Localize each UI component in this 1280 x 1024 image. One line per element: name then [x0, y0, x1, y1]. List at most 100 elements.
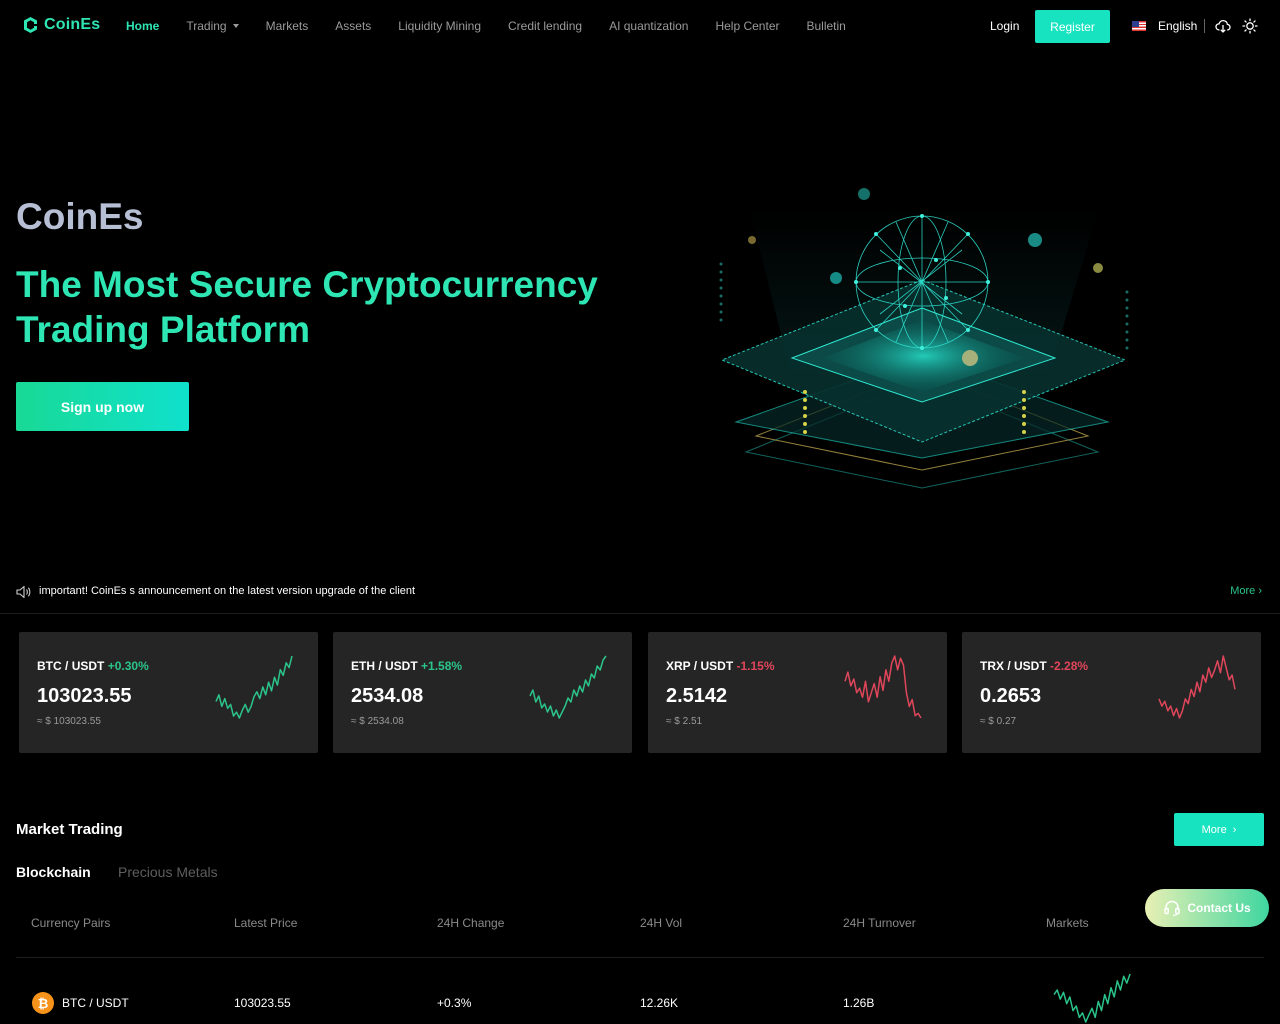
column-header[interactable]: 24H Change — [437, 916, 504, 930]
ticker-usd-value: ≈ $ 103023.55 — [37, 716, 101, 727]
download-cloud-icon[interactable] — [1215, 18, 1231, 34]
sparkline-path — [215, 655, 293, 719]
price-cell: 103023.55 — [234, 996, 291, 1010]
coines-logo-icon — [24, 17, 37, 33]
market-trading-title: Market Trading — [16, 821, 123, 838]
ticker-change: +1.58% — [421, 659, 463, 673]
contact-us-button[interactable]: Contact Us — [1145, 889, 1269, 927]
chevron-right-icon: › — [1258, 585, 1262, 597]
ticker-base: ETH — [351, 659, 375, 673]
column-header[interactable]: 24H Vol — [640, 916, 682, 930]
ticker-price: 0.2653 — [980, 685, 1042, 707]
top-navbar: CoinEs Home Trading Markets Assets Liquidity… — [0, 0, 1280, 52]
ticker-price: 2534.08 — [351, 685, 424, 707]
sparkline-path — [1158, 655, 1236, 719]
ticker-sparkline — [215, 655, 293, 719]
menu-item-help-center[interactable]: Help Center — [715, 19, 779, 33]
headset-icon — [1164, 900, 1181, 916]
row-sparkline — [1053, 973, 1131, 1023]
ticker-price: 103023.55 — [37, 685, 132, 707]
menu-item-markets[interactable]: Markets — [266, 19, 309, 33]
column-header[interactable]: Latest Price — [234, 916, 297, 930]
ticker-base: BTC — [37, 659, 62, 673]
ticker-sparkline — [844, 655, 922, 719]
brand-name: CoinEs — [44, 16, 101, 33]
caret-down-icon — [232, 24, 239, 28]
ticker-sparkline — [1158, 655, 1236, 719]
column-header[interactable]: 24H Turnover — [843, 916, 916, 930]
column-header: Markets — [1046, 916, 1089, 930]
turnover-cell: 1.26B — [843, 996, 875, 1010]
change-cell: +0.3% — [437, 996, 472, 1010]
nav-divider — [1204, 19, 1205, 33]
menu-item-label: Bulletin — [806, 19, 846, 33]
hero-title: The Most Secure Cryptocurrency Trading P… — [16, 264, 598, 350]
menu-item-label: Help Center — [715, 19, 780, 33]
market-more-button[interactable]: More › — [1174, 813, 1264, 846]
bitcoin-icon: ₿ — [32, 992, 54, 1014]
ticker-pair: XRP / USDT -1.15% — [666, 659, 775, 673]
ticker-pair: ETH / USDT +1.58% — [351, 659, 463, 673]
market-more-label: More — [1201, 823, 1227, 836]
tab-blockchain[interactable]: Blockchain — [16, 864, 91, 880]
register-button[interactable]: Register — [1035, 10, 1110, 43]
sparkline-path — [529, 655, 607, 719]
sparkline-path — [1053, 973, 1131, 1023]
menu-item-bulletin[interactable]: Bulletin — [806, 19, 845, 33]
tab-precious-metals[interactable]: Precious Metals — [118, 864, 218, 880]
ticker-change: +0.30% — [107, 659, 149, 673]
ticker-base: XRP — [666, 659, 691, 673]
menu-item-label: Assets — [335, 19, 372, 33]
ticker-quote: USDT — [385, 659, 418, 673]
sparkline-path — [844, 655, 922, 719]
ticker-card-xrp[interactable]: XRP / USDT -1.15% 2.5142 ≈ $ 2.51 — [648, 632, 947, 753]
menu-item-home[interactable]: Home — [126, 19, 159, 33]
ticker-usd-value: ≈ $ 0.27 — [980, 716, 1017, 727]
brand-logo[interactable]: CoinEs — [22, 16, 100, 34]
menu-item-assets[interactable]: Assets — [335, 19, 371, 33]
announcement-more-link[interactable]: More › — [1230, 585, 1262, 597]
volume-cell: 12.26K — [640, 996, 679, 1010]
ticker-quote: USDT — [700, 659, 734, 673]
main-menu: Home Trading Markets Assets Liquidity Mining… — [126, 19, 873, 33]
column-header[interactable]: Currency Pairs — [31, 916, 110, 930]
hero-blockchain-illustration — [719, 188, 1129, 489]
menu-item-label: Liquidity Mining — [398, 19, 482, 33]
signup-button[interactable]: Sign up now — [16, 382, 189, 431]
language-label: English — [1158, 19, 1198, 33]
sun-theme-icon[interactable] — [1242, 18, 1258, 34]
hero-brand: CoinEs — [16, 196, 144, 237]
announcement-bar: important! CoinEs s announcement on the … — [0, 578, 1280, 614]
ticker-base: TRX — [980, 659, 1004, 673]
announcement-more-label: More — [1230, 585, 1256, 597]
contact-us-label: Contact Us — [1187, 901, 1251, 915]
menu-item-label: Markets — [265, 19, 309, 33]
ticker-sparkline — [529, 655, 607, 719]
ticker-card-eth[interactable]: ETH / USDT +1.58% 2534.08 ≈ $ 2534.08 — [333, 632, 632, 753]
ticker-usd-value: ≈ $ 2.51 — [666, 716, 703, 727]
us-flag-icon — [1132, 21, 1146, 31]
ticker-quote: USDT — [1014, 659, 1047, 673]
menu-item-label: Home — [126, 19, 160, 33]
ticker-quote: USDT — [71, 659, 105, 673]
pair-cell: BTC / USDT — [62, 996, 129, 1010]
ticker-card-trx[interactable]: TRX / USDT -2.28% 0.2653 ≈ $ 0.27 — [962, 632, 1261, 753]
announcement-text[interactable]: important! CoinEs s announcement on the … — [39, 585, 415, 597]
login-link[interactable]: Login — [990, 19, 1019, 33]
language-selector[interactable]: English — [1132, 19, 1197, 33]
menu-item-credit-lending[interactable]: Credit lending — [508, 19, 582, 33]
menu-item-ai-quantization[interactable]: AI quantization — [609, 19, 688, 33]
ticker-change: -1.15% — [736, 659, 775, 673]
ticker-change: -2.28% — [1050, 659, 1089, 673]
menu-item-liquidity-mining[interactable]: Liquidity Mining — [398, 19, 481, 33]
chevron-right-icon: › — [1232, 823, 1237, 836]
ticker-card-btc[interactable]: BTC / USDT +0.30% 103023.55 ≈ $ 103023.55 — [19, 632, 318, 753]
ticker-pair: TRX / USDT -2.28% — [980, 659, 1089, 673]
menu-item-label: Credit lending — [508, 19, 583, 33]
ticker-pair: BTC / USDT +0.30% — [37, 659, 149, 673]
table-row[interactable]: ₿ BTC / USDT 103023.55 +0.3% 12.26K 1.26… — [16, 973, 1264, 1024]
speaker-icon — [16, 585, 31, 599]
ticker-price: 2.5142 — [666, 685, 728, 707]
menu-item-label: AI quantization — [609, 19, 689, 33]
menu-item-trading[interactable]: Trading — [186, 19, 239, 33]
